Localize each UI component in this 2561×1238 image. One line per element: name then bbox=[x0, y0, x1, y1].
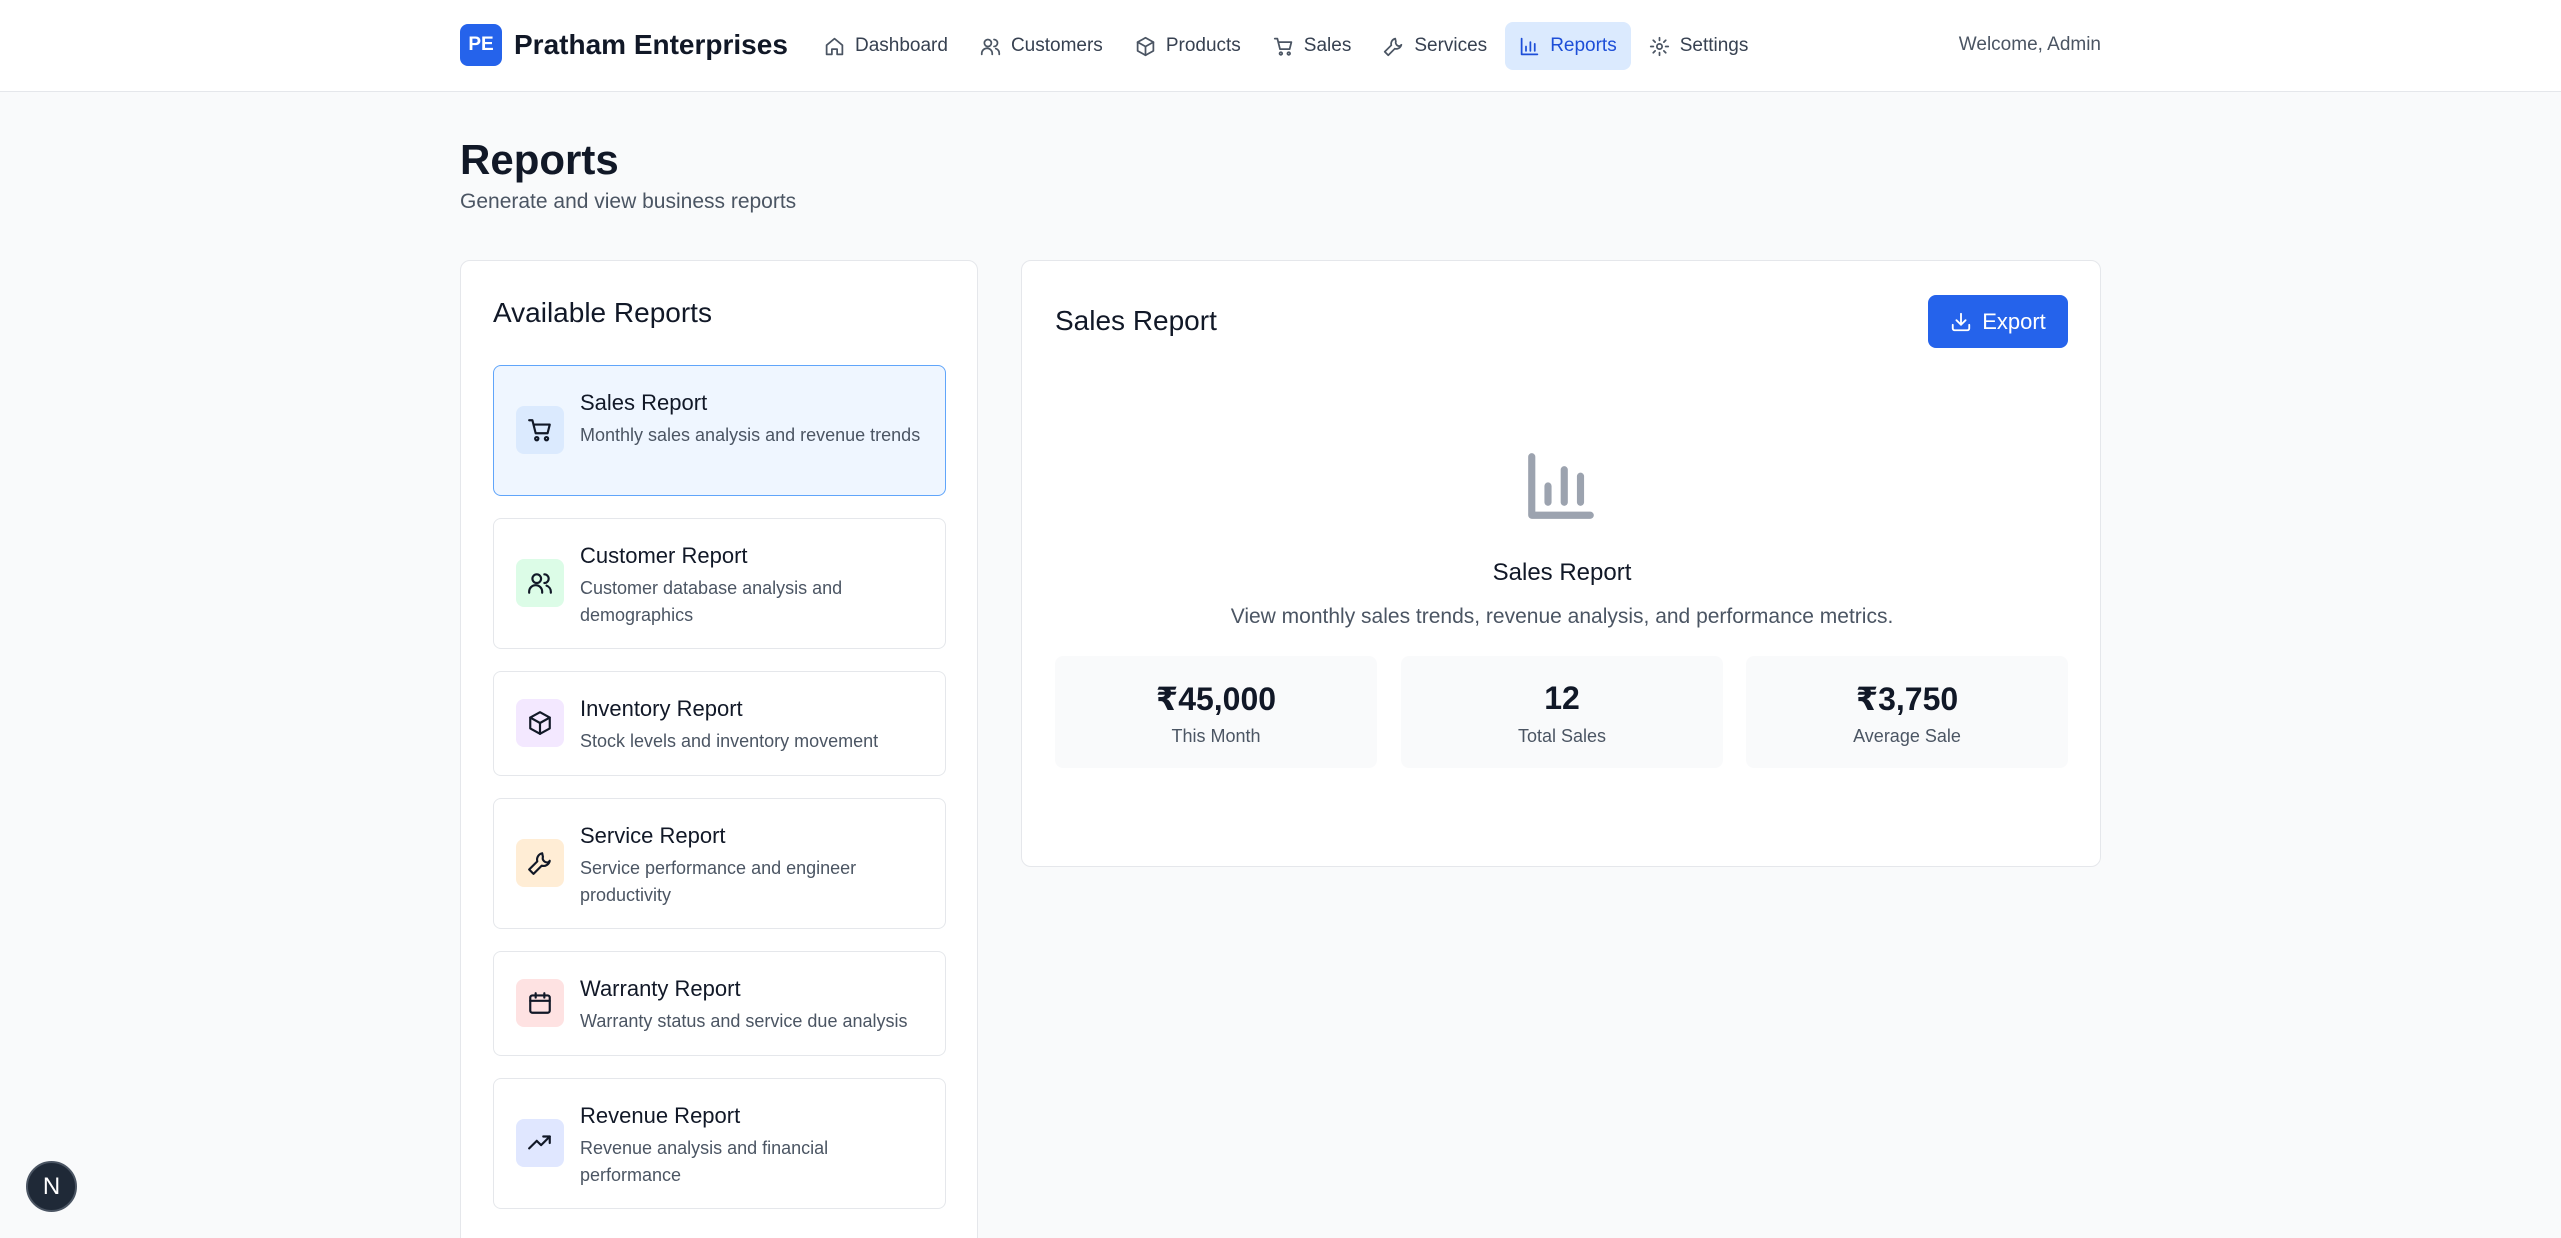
page-title: Reports bbox=[460, 136, 619, 183]
report-icon-box bbox=[516, 559, 564, 607]
users-icon bbox=[528, 573, 552, 594]
report-detail-panel: Sales Report Export Sales Report View mo… bbox=[1021, 260, 2101, 867]
report-card-service[interactable]: Service Report Service performance and e… bbox=[493, 798, 946, 929]
nav-settings[interactable]: Settings bbox=[1635, 22, 1763, 70]
report-card-inventory[interactable]: Inventory Report Stock levels and invent… bbox=[493, 671, 946, 776]
nav-label: Settings bbox=[1679, 35, 1749, 56]
report-icon-box bbox=[516, 839, 564, 887]
package-icon bbox=[1136, 36, 1155, 56]
home-icon bbox=[825, 37, 844, 55]
report-icon-box bbox=[516, 406, 564, 454]
nav-label: Products bbox=[1165, 35, 1241, 56]
nav-label: Customers bbox=[1010, 35, 1103, 56]
report-card-warranty[interactable]: Warranty Report Warranty status and serv… bbox=[493, 951, 946, 1056]
nav-label: Sales bbox=[1303, 35, 1352, 56]
report-icon-box bbox=[516, 699, 564, 747]
brand[interactable]: PE Pratham Enterprises bbox=[460, 24, 788, 66]
report-center-title: Sales Report bbox=[1492, 559, 1632, 586]
report-description: Warranty status and service due analysis bbox=[580, 1011, 908, 1031]
nav-sales[interactable]: Sales bbox=[1259, 22, 1366, 70]
brand-name: Pratham Enterprises bbox=[514, 29, 788, 60]
panel-title: Available Reports bbox=[493, 297, 712, 328]
download-icon bbox=[1952, 312, 1971, 331]
users-icon bbox=[980, 38, 1001, 55]
main-nav: Dashboard Customers Products Sales Servi… bbox=[810, 22, 1762, 70]
wrench-icon bbox=[528, 852, 551, 875]
report-description: Revenue analysis and financial performan… bbox=[580, 1138, 829, 1185]
stat-card: ₹45,000 This Month bbox=[1055, 656, 1377, 768]
page-subtitle: Generate and view business reports bbox=[460, 190, 797, 213]
report-description: Customer database analysis and demograph… bbox=[580, 578, 843, 625]
report-center-description: View monthly sales trends, revenue analy… bbox=[1230, 605, 1894, 628]
stat-value: ₹45,000 bbox=[1155, 681, 1277, 717]
package-icon bbox=[529, 711, 551, 735]
report-card-sales[interactable]: Sales Report Monthly sales analysis and … bbox=[493, 365, 946, 496]
calendar-icon bbox=[529, 992, 551, 1014]
stat-value: ₹3,750 bbox=[1855, 681, 1959, 717]
nav-reports[interactable]: Reports bbox=[1505, 22, 1631, 70]
report-title: Inventory Report bbox=[580, 696, 743, 721]
stat-card: ₹3,750 Average Sale bbox=[1746, 656, 2068, 768]
export-button[interactable]: Export bbox=[1928, 295, 2068, 348]
report-detail-title: Sales Report bbox=[1055, 305, 1217, 336]
cart-icon bbox=[528, 419, 551, 442]
available-reports-panel: Available Reports Sales Report Monthly s… bbox=[460, 260, 978, 1238]
nav-label: Dashboard bbox=[855, 35, 948, 56]
report-card-customer[interactable]: Customer Report Customer database analys… bbox=[493, 518, 946, 649]
welcome-text: Welcome, Admin bbox=[1958, 34, 2101, 55]
nav-services[interactable]: Services bbox=[1369, 22, 1501, 70]
report-icon-box bbox=[516, 979, 564, 1027]
stat-label: Average Sale bbox=[1853, 726, 1961, 746]
nav-label: Services bbox=[1414, 35, 1488, 56]
cart-icon bbox=[1273, 37, 1293, 56]
stat-card: 12 Total Sales bbox=[1401, 656, 1723, 768]
stat-label: Total Sales bbox=[1517, 726, 1607, 746]
nav-customers[interactable]: Customers bbox=[966, 22, 1117, 70]
trending-up-icon bbox=[528, 1135, 551, 1150]
report-description: Stock levels and inventory movement bbox=[580, 731, 879, 751]
report-title: Service Report bbox=[580, 823, 726, 848]
report-title: Customer Report bbox=[580, 543, 748, 568]
report-card-revenue[interactable]: Revenue Report Revenue analysis and fina… bbox=[493, 1078, 946, 1209]
nav-label: Reports bbox=[1550, 35, 1617, 56]
nav-dashboard[interactable]: Dashboard bbox=[810, 22, 962, 70]
bar-chart-icon bbox=[1520, 37, 1539, 55]
dev-tools-badge[interactable]: N bbox=[26, 1161, 77, 1212]
bar-chart-icon bbox=[1522, 447, 1600, 525]
report-description: Monthly sales analysis and revenue trend… bbox=[580, 425, 921, 445]
gear-icon bbox=[1649, 36, 1669, 56]
brand-logo: PE bbox=[460, 24, 502, 66]
stat-label: This Month bbox=[1171, 726, 1261, 746]
report-title: Warranty Report bbox=[580, 976, 741, 1001]
top-navbar: PE Pratham Enterprises Dashboard Custome… bbox=[0, 0, 2561, 92]
export-label: Export bbox=[1982, 308, 2046, 334]
report-title: Revenue Report bbox=[580, 1103, 741, 1128]
report-description: Service performance and engineer product… bbox=[580, 858, 857, 905]
report-icon-box bbox=[516, 1119, 564, 1167]
nav-products[interactable]: Products bbox=[1121, 22, 1255, 70]
report-title: Sales Report bbox=[580, 390, 708, 415]
stat-value: 12 bbox=[1544, 680, 1580, 716]
wrench-icon bbox=[1384, 37, 1403, 56]
